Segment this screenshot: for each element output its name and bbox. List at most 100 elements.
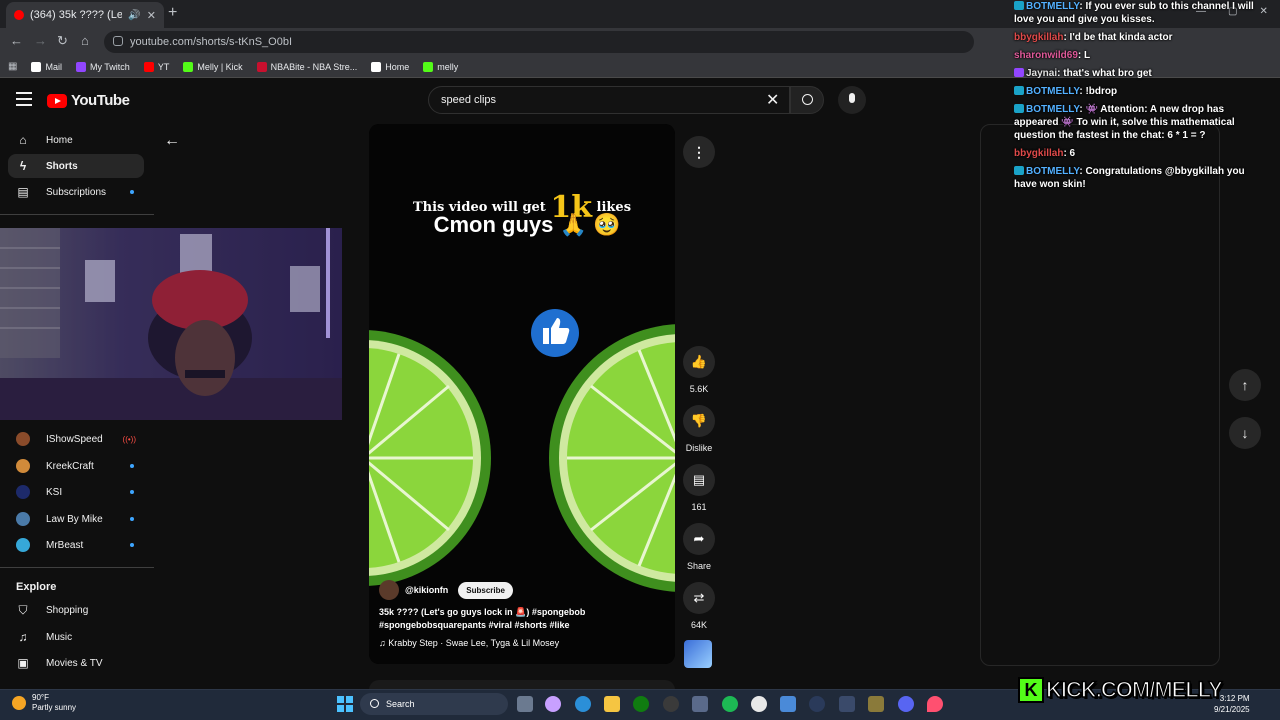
chrome-icon[interactable]: [751, 696, 767, 712]
subscriptions-icon: ▤: [17, 185, 29, 199]
bookmark-favicon-icon: [75, 61, 86, 72]
bot-badge-icon: [1014, 166, 1024, 175]
menu-icon[interactable]: [16, 92, 32, 106]
sidebar-item-music[interactable]: ♫ Music: [8, 625, 144, 649]
steam-icon[interactable]: [663, 696, 679, 712]
sidebar-channel-ksi[interactable]: KSI: [8, 480, 144, 504]
short-music[interactable]: ♫ Krabby Step · Swae Lee, Tyga & Lil Mos…: [379, 638, 669, 648]
comments-button[interactable]: ▤ 161: [683, 464, 715, 512]
back-icon[interactable]: ←: [10, 33, 23, 48]
sidebar-item-movies-tv[interactable]: ▣ Movies & TV: [8, 651, 144, 675]
comment-icon: ▤: [683, 464, 715, 496]
dislike-label: Dislike: [685, 443, 713, 453]
bookmark-item[interactable]: My Twitch: [75, 61, 130, 72]
chat-message: BOTMELLY: 👾 Attention: A new drop has ap…: [1014, 104, 1235, 141]
start-button[interactable]: [337, 696, 353, 712]
home-icon: ⌂: [19, 133, 27, 147]
close-tab-icon[interactable]: ✕: [147, 9, 156, 22]
search-button[interactable]: [790, 86, 824, 114]
bookmark-item[interactable]: Melly | Kick: [183, 61, 243, 72]
next-short-button[interactable]: ↓: [1229, 417, 1261, 449]
thumbs-down-icon: 👎: [683, 405, 715, 437]
right-panel: [980, 124, 1220, 666]
voice-search-icon[interactable]: [838, 86, 866, 114]
share-button[interactable]: ➦ Share: [683, 523, 715, 571]
sidebar-channel-kreekcraft[interactable]: KreekCraft: [8, 454, 144, 478]
app-icon[interactable]: [868, 696, 884, 712]
media-player-icon[interactable]: [809, 696, 825, 712]
new-content-dot: [130, 464, 134, 468]
bookmark-favicon-icon: [371, 61, 382, 72]
like-count: 5.6K: [689, 384, 709, 394]
shorts-icon: ϟ: [19, 159, 27, 173]
bookmark-item[interactable]: YT: [143, 61, 169, 72]
weather-widget[interactable]: 90°F Partly sunny: [12, 693, 76, 713]
photos-icon[interactable]: [780, 696, 796, 712]
back-arrow-icon[interactable]: ←: [164, 132, 180, 150]
tab-title: (364) 35k ???? (Let's go guy: [30, 9, 123, 21]
bookmark-item[interactable]: NBABite - NBA Stre...: [256, 61, 357, 72]
speaker-icon: 🔊: [128, 9, 141, 21]
channel-avatar: [16, 512, 30, 526]
browser-tab[interactable]: (364) 35k ???? (Let's go guy 🔊 ✕: [6, 2, 164, 28]
search-input[interactable]: speed clips: [428, 86, 790, 114]
sidebar-channel-ishowspeed[interactable]: IShowSpeed ((•)): [8, 427, 144, 451]
bookmark-item[interactable]: Home: [371, 61, 409, 72]
channel-avatar: [16, 538, 30, 552]
sidebar-item-home[interactable]: ⌂ Home: [8, 128, 144, 152]
bot-badge-icon: [1014, 86, 1024, 95]
maps-pin-icon[interactable]: [927, 696, 943, 712]
chat-message: bbygkillah: I'd be that kinda actor: [1014, 32, 1173, 43]
url-bar[interactable]: youtube.com/shorts/s-tKnS_O0bI: [104, 31, 974, 53]
short-video-player[interactable]: This video will get 1k likes Cmon guys 🙏…: [369, 124, 675, 664]
sidebar-item-shorts[interactable]: ϟ Shorts: [8, 154, 144, 178]
more-options-icon[interactable]: ⋮: [683, 136, 715, 168]
dislike-button[interactable]: 👎 Dislike: [683, 405, 715, 453]
webcam-feed: [0, 228, 342, 420]
site-info-icon[interactable]: [113, 36, 123, 46]
copilot-icon[interactable]: [545, 696, 561, 712]
youtube-logo[interactable]: YouTube: [47, 92, 130, 109]
subscribe-button[interactable]: Subscribe: [458, 581, 513, 599]
home-icon[interactable]: ⌂: [81, 33, 89, 48]
clear-search-icon[interactable]: ✕: [766, 90, 779, 110]
spotify-icon[interactable]: [722, 696, 738, 712]
task-view-icon[interactable]: [517, 696, 533, 712]
chat-message: Jaynai: that's what bro get: [1014, 67, 1270, 80]
short-metadata: @kikionfn Subscribe 35k ???? (Let's go g…: [379, 580, 669, 648]
sidebar-channel-mrbeast[interactable]: MrBeast: [8, 533, 144, 557]
channel-handle[interactable]: @kikionfn: [405, 585, 448, 595]
reload-icon[interactable]: ↻: [57, 33, 68, 49]
music-icon: ♫: [18, 630, 28, 644]
bag-icon: ⛉: [18, 603, 28, 617]
file-explorer-icon[interactable]: [604, 696, 620, 712]
youtube-play-icon: [47, 93, 67, 108]
remix-icon: ⇄: [683, 582, 715, 614]
bookmark-item[interactable]: Mail: [31, 61, 62, 72]
previous-short-button[interactable]: ↑: [1229, 369, 1261, 401]
store-icon[interactable]: [692, 696, 708, 712]
discord-icon[interactable]: [898, 696, 914, 712]
xbox-icon[interactable]: [633, 696, 649, 712]
new-tab-button[interactable]: +: [168, 4, 177, 22]
channel-avatar[interactable]: [379, 580, 399, 600]
sub-badge-icon: [1014, 68, 1024, 77]
forward-icon[interactable]: →: [34, 33, 47, 48]
edge-icon[interactable]: [575, 696, 591, 712]
sound-thumbnail[interactable]: [684, 640, 712, 668]
bookmark-item[interactable]: melly: [423, 61, 458, 72]
short-title[interactable]: 35k ???? (Let's go guys lock in 🚨) #spon…: [379, 606, 669, 632]
app-icon[interactable]: [839, 696, 855, 712]
remix-button[interactable]: ⇄ 64K: [683, 582, 715, 630]
like-button[interactable]: 👍 5.6K: [683, 346, 715, 394]
kick-logo-icon: K: [1018, 677, 1044, 703]
chat-message: bbygkillah: 6: [1014, 148, 1076, 159]
sidebar-divider: [0, 214, 154, 215]
apps-icon[interactable]: ▦: [8, 61, 17, 72]
live-icon: ((•)): [122, 434, 136, 444]
taskbar-search[interactable]: Search: [360, 693, 508, 715]
chat-message: sharonwild69: L: [1014, 50, 1091, 61]
sidebar-item-shopping[interactable]: ⛉ Shopping: [8, 598, 144, 622]
sidebar-item-subscriptions[interactable]: ▤ Subscriptions: [8, 180, 144, 204]
sidebar-channel-law-by-mike[interactable]: Law By Mike: [8, 507, 144, 531]
